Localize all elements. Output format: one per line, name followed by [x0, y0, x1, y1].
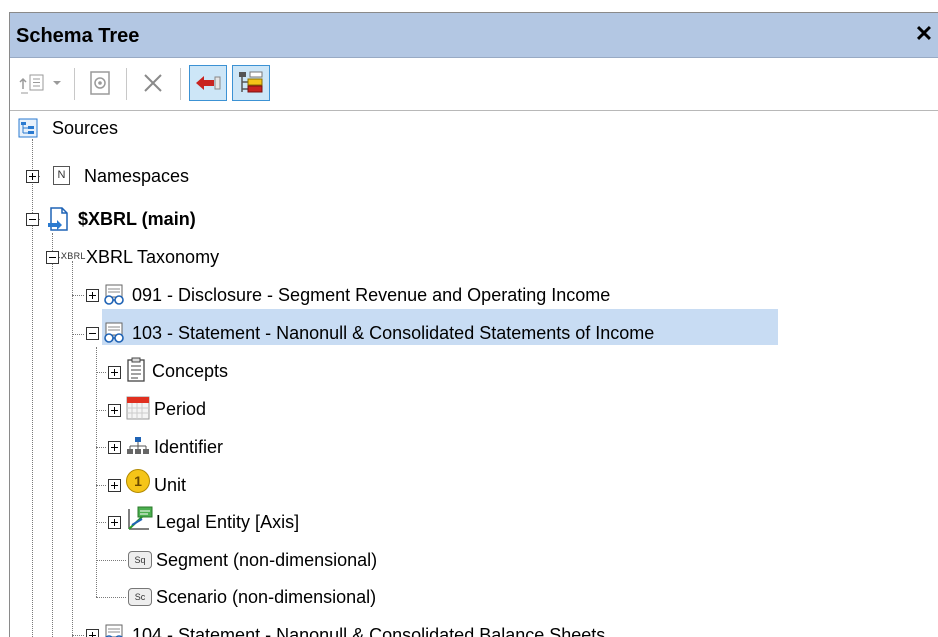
show-input-button[interactable]	[189, 65, 227, 101]
tree-node-label: Scenario (non-dimensional)	[156, 587, 377, 607]
tree-branch-line	[96, 410, 106, 411]
toolbar-separator	[74, 68, 75, 100]
xbrl-file-icon	[48, 207, 68, 231]
tree-node-label: 104 - Statement - Nanonull & Consolidate…	[132, 625, 606, 637]
collapse-toggle[interactable]	[46, 251, 59, 264]
remove-button[interactable]	[136, 65, 170, 101]
hierarchy-icon	[127, 437, 149, 454]
properties-button[interactable]	[84, 65, 116, 101]
tree-branch-line	[96, 560, 126, 561]
linkrole-icon	[105, 624, 123, 637]
panel-title: Schema Tree	[16, 25, 140, 47]
segment-icon: Sq	[128, 551, 152, 569]
tree-node-label: Segment (non-dimensional)	[156, 550, 378, 570]
schema-tree-panel: Schema Tree ✕ Sources N Namespaces $XBRL…	[9, 12, 938, 637]
linkrole-icon	[104, 322, 124, 343]
tree-branch-line	[96, 597, 126, 598]
tree-node-label: $XBRL (main)	[78, 209, 196, 229]
expand-toggle[interactable]	[108, 366, 121, 379]
expand-toggle[interactable]	[108, 516, 121, 529]
tree-node-label: Concepts	[152, 361, 229, 381]
expand-toggle[interactable]	[108, 441, 121, 454]
tree-branch-line	[96, 447, 106, 448]
tree-node-label: Period	[154, 399, 207, 419]
tree-node-label: 091 - Disclosure - Segment Revenue and O…	[132, 285, 611, 305]
add-root-button[interactable]	[18, 65, 48, 101]
tree-node-label: 103 - Statement - Nanonull & Consolidate…	[132, 323, 655, 343]
tree-node-label: Unit	[154, 475, 187, 495]
axis-icon	[128, 506, 153, 530]
scenario-icon: Sc	[128, 588, 152, 606]
tree-layout-icon	[239, 71, 263, 93]
namespace-icon: N	[53, 166, 70, 185]
calendar-icon	[126, 396, 150, 420]
tree-node-label: XBRL Taxonomy	[86, 247, 220, 267]
tree-branch-line	[72, 334, 84, 335]
show-structure-button[interactable]	[232, 65, 270, 101]
chevron-down-icon	[53, 81, 61, 85]
close-icon	[144, 74, 162, 92]
expand-toggle[interactable]	[108, 404, 121, 417]
expand-toggle[interactable]	[86, 289, 99, 302]
tree-branch-line	[96, 522, 106, 523]
concepts-icon	[127, 357, 145, 382]
collapse-toggle[interactable]	[86, 327, 99, 340]
tree-guide-line	[72, 261, 73, 637]
add-root-dropdown[interactable]	[49, 65, 65, 101]
properties-icon	[90, 71, 110, 95]
linkrole-icon	[104, 284, 124, 305]
close-icon[interactable]: ✕	[911, 21, 937, 47]
schema-tree: Sources N Namespaces $XBRL (main) XBRL X…	[10, 111, 938, 637]
collapse-toggle[interactable]	[26, 213, 39, 226]
toolbar	[10, 58, 938, 111]
toolbar-separator	[126, 68, 127, 100]
sources-icon	[18, 118, 38, 138]
add-child-icon	[19, 74, 44, 94]
tree-branch-line	[72, 295, 84, 296]
expand-toggle[interactable]	[108, 479, 121, 492]
tree-guide-line	[52, 233, 53, 637]
tree-branch-line	[96, 485, 106, 486]
tree-node-label: Namespaces	[84, 166, 190, 186]
tree-node-label: Identifier	[154, 437, 224, 457]
tree-branch-line	[96, 372, 106, 373]
tree-node-label: Sources	[52, 118, 119, 138]
panel-titlebar: Schema Tree ✕	[10, 13, 938, 58]
xbrl-badge-icon: XBRL	[61, 251, 86, 261]
coin-icon: 1	[126, 469, 150, 493]
toolbar-separator	[180, 68, 181, 100]
expand-toggle[interactable]	[26, 170, 39, 183]
arrow-left-icon	[196, 76, 221, 90]
tree-node-label: Legal Entity [Axis]	[156, 512, 300, 532]
